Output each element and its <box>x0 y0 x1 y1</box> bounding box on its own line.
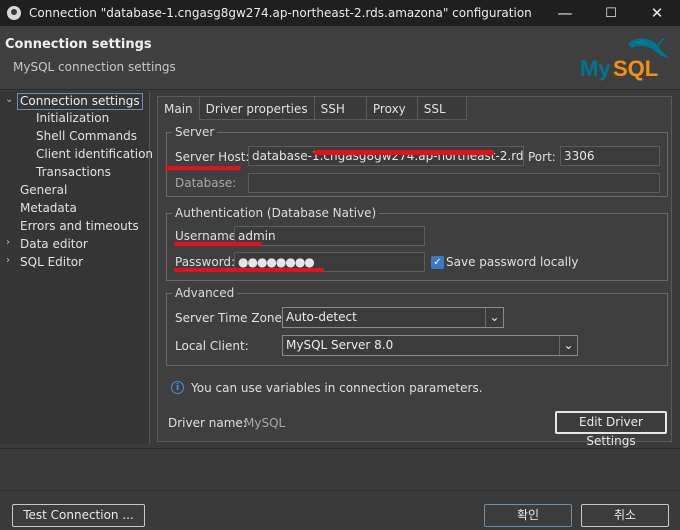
server-host-input[interactable]: database-1.cngasg8gw274.ap-northeast-2.r… <box>248 146 524 166</box>
tree-item-data-editor[interactable]: Data editor <box>20 236 88 253</box>
info-text: You can use variables in connection para… <box>191 381 483 395</box>
svg-text:My: My <box>580 56 611 81</box>
chevron-down-icon[interactable]: ⌄ <box>5 94 15 105</box>
cancel-button[interactable]: 취소 <box>581 504 669 527</box>
port-label: Port: <box>528 150 556 164</box>
page-title: Connection settings <box>5 37 152 52</box>
server-timezone-label: Server Time Zone: <box>175 311 286 325</box>
page-header: Connection settings MySQL connection set… <box>0 26 680 90</box>
chevron-down-icon[interactable]: ⌄ <box>559 336 577 355</box>
ok-button[interactable]: 확인 <box>484 504 572 527</box>
chevron-right-icon[interactable]: › <box>6 255 16 266</box>
server-legend: Server <box>175 125 215 139</box>
local-client-select[interactable]: MySQL Server 8.0 ⌄ <box>282 335 578 356</box>
redaction-mark <box>174 242 262 246</box>
driver-name-label: Driver name: <box>168 416 247 430</box>
maximize-button[interactable]: ☐ <box>588 0 634 26</box>
mysql-logo-icon: My SQL <box>580 38 670 81</box>
tree-item-metadata[interactable]: Metadata <box>20 200 77 217</box>
tree-item-errors-timeouts[interactable]: Errors and timeouts <box>20 218 139 235</box>
username-label: Username: <box>175 229 241 243</box>
redaction-mark <box>314 150 494 155</box>
test-connection-button[interactable]: Test Connection ... <box>12 504 145 527</box>
tab-ssh[interactable]: SSH <box>314 96 367 120</box>
chevron-right-icon[interactable]: › <box>6 237 16 248</box>
username-input[interactable]: admin <box>234 226 425 246</box>
page-subtitle: MySQL connection settings <box>13 60 176 74</box>
window-title: Connection "database-1.cngasg8gw274.ap-n… <box>29 6 532 20</box>
database-label: Database: <box>175 176 237 190</box>
edit-driver-settings-button[interactable]: Edit Driver Settings <box>555 411 667 448</box>
auth-legend: Authentication (Database Native) <box>175 206 377 220</box>
tab-bar: Main Driver properties SSH Proxy SSL <box>157 96 467 121</box>
driver-name-value: MySQL <box>244 416 286 430</box>
footer-divider <box>0 490 680 491</box>
save-password-label: Save password locally <box>446 255 579 269</box>
port-input[interactable]: 3306 <box>560 146 660 166</box>
svg-text:SQL: SQL <box>613 56 658 81</box>
info-icon: i <box>171 381 184 394</box>
dbeaver-app-icon <box>7 6 21 20</box>
database-input[interactable] <box>248 173 660 193</box>
save-password-checkbox[interactable]: ✓ <box>431 256 444 269</box>
tab-main[interactable]: Main <box>157 96 200 121</box>
settings-tree: ⌄ Connection settings Initialization She… <box>0 92 153 444</box>
tree-item-shell-commands[interactable]: Shell Commands <box>36 128 137 145</box>
redaction-mark <box>165 166 241 170</box>
minimize-button[interactable]: — <box>542 0 588 26</box>
server-host-label: Server Host: <box>175 150 250 164</box>
redaction-mark <box>174 268 324 272</box>
tree-item-connection-settings[interactable]: Connection settings <box>17 93 143 110</box>
tree-item-general[interactable]: General <box>20 182 67 199</box>
tree-item-client-identification[interactable]: Client identification <box>36 146 153 163</box>
tab-driver-properties[interactable]: Driver properties <box>199 96 315 120</box>
server-timezone-select[interactable]: Auto-detect ⌄ <box>282 307 504 328</box>
chevron-down-icon[interactable]: ⌄ <box>485 308 503 327</box>
tree-item-sql-editor[interactable]: SQL Editor <box>20 254 83 271</box>
tree-item-initialization[interactable]: Initialization <box>36 110 109 127</box>
title-bar: Connection "database-1.cngasg8gw274.ap-n… <box>0 0 680 26</box>
tab-proxy[interactable]: Proxy <box>366 96 418 120</box>
password-label: Password: <box>175 255 236 269</box>
advanced-legend: Advanced <box>175 286 235 300</box>
local-client-label: Local Client: <box>175 339 249 353</box>
tree-item-transactions[interactable]: Transactions <box>36 164 111 181</box>
server-timezone-value: Auto-detect <box>286 310 357 324</box>
local-client-value: MySQL Server 8.0 <box>286 338 394 352</box>
tab-ssl[interactable]: SSL <box>417 96 467 120</box>
close-button[interactable]: ✕ <box>634 0 680 26</box>
